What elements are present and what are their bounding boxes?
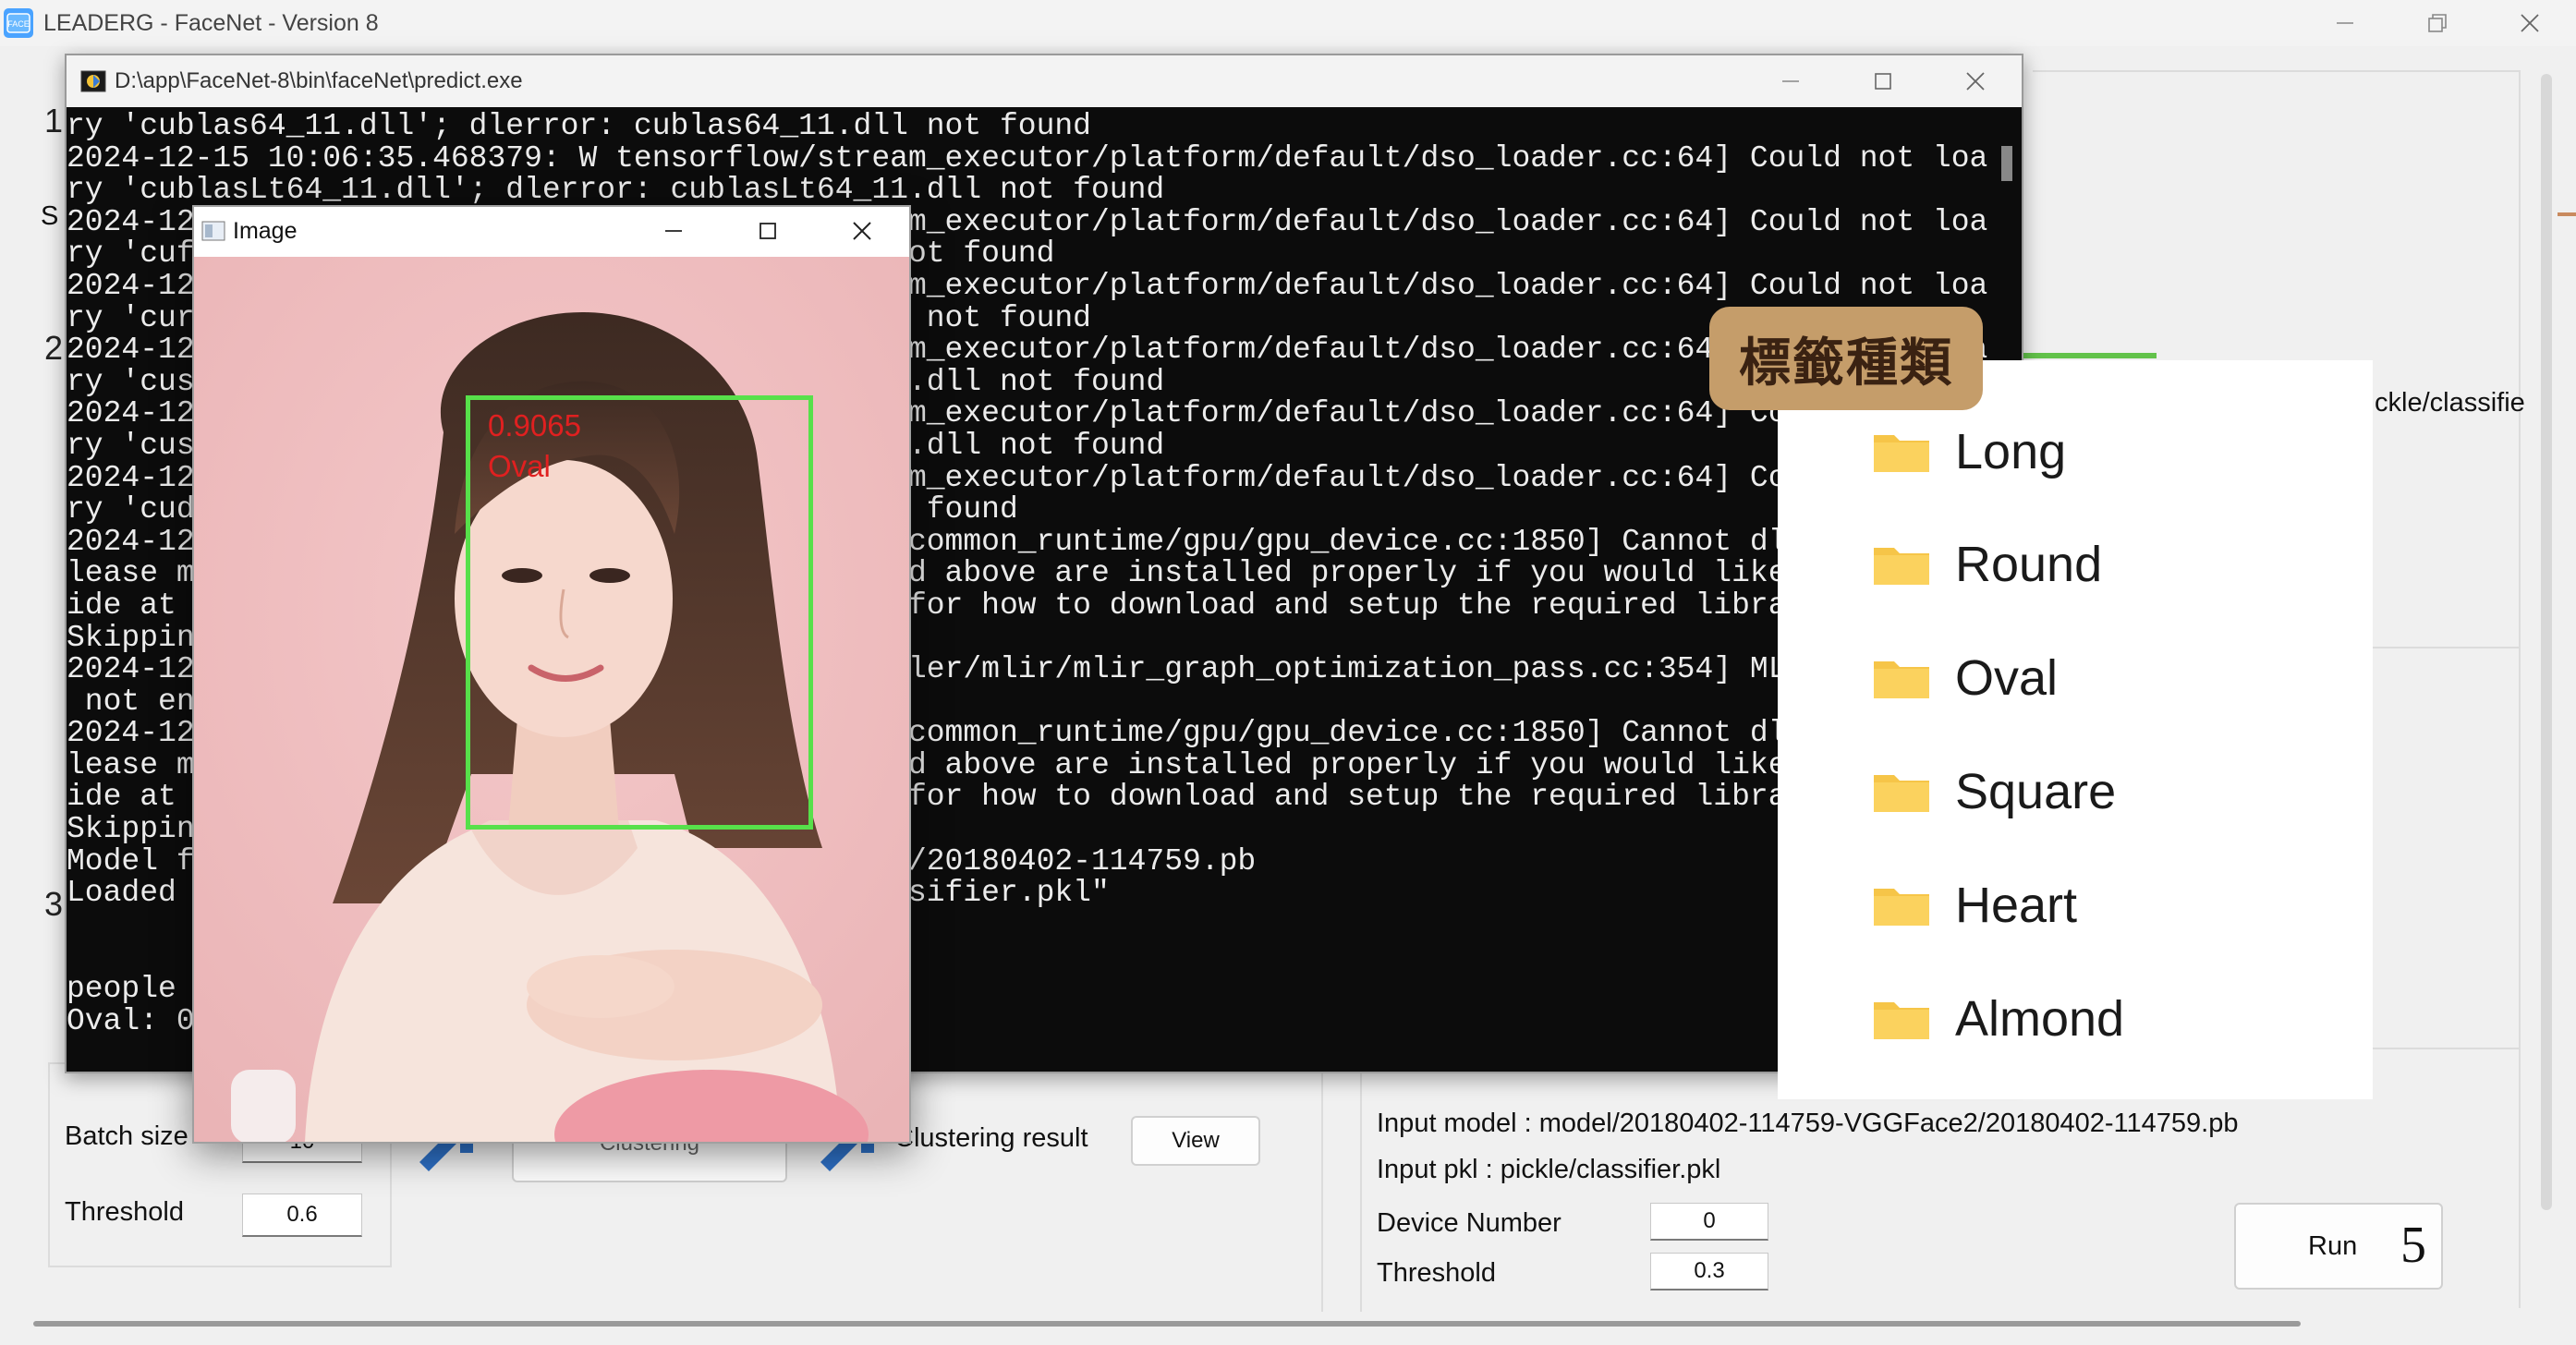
folder-name: Almond bbox=[1955, 991, 2125, 1047]
console-scrollbar-thumb[interactable] bbox=[2001, 146, 2012, 181]
image-maximize-button[interactable] bbox=[721, 207, 815, 255]
minimize-icon bbox=[1782, 80, 1799, 82]
image-minimize-button[interactable] bbox=[626, 207, 721, 255]
folder-name: Long bbox=[1955, 424, 2067, 479]
folder-name: Heart bbox=[1955, 878, 2078, 933]
face-detection-score: 0.9065 bbox=[488, 408, 581, 442]
console-maximize-button[interactable] bbox=[1837, 55, 1929, 107]
folder-icon bbox=[1874, 1002, 1929, 1039]
folder-item-square[interactable]: Square bbox=[1872, 759, 2116, 824]
folder-icon bbox=[1874, 889, 1929, 926]
folder-item-round[interactable]: Round bbox=[1872, 532, 2102, 597]
minimize-icon bbox=[2337, 22, 2353, 24]
threshold-input[interactable]: 0.6 bbox=[242, 1194, 362, 1237]
device-number-input[interactable]: 0 bbox=[1650, 1203, 1768, 1241]
threshold-label-right: Threshold bbox=[1377, 1258, 1496, 1288]
panel-divider bbox=[2373, 1048, 2521, 1049]
close-icon bbox=[1966, 72, 1985, 91]
close-icon bbox=[853, 222, 871, 240]
app-scrollbar[interactable] bbox=[2541, 74, 2552, 1210]
close-button[interactable] bbox=[2484, 0, 2576, 46]
app-titlebar: FACE LEADERG - FaceNet - Version 8 bbox=[0, 0, 2576, 46]
folder-item-heart[interactable]: Heart bbox=[1872, 873, 2077, 938]
panel-divider bbox=[1321, 1072, 1323, 1312]
console-close-button[interactable] bbox=[1929, 55, 2022, 107]
clustering-result-label: Clustering result bbox=[894, 1123, 1088, 1153]
folder-icon bbox=[1874, 661, 1929, 698]
step-number-3: 3 bbox=[44, 885, 64, 923]
minimize-button[interactable] bbox=[2299, 0, 2391, 46]
panel-divider bbox=[2373, 647, 2521, 648]
batch-size-label: Batch size bbox=[65, 1121, 188, 1151]
maximize-icon bbox=[1875, 73, 1891, 90]
folder-item-long[interactable]: Long bbox=[1872, 419, 2066, 484]
label-folder-panel: Long Round Oval Square Heart Almond bbox=[1778, 360, 2373, 1099]
panel-divider bbox=[1360, 1048, 1362, 1312]
console-title: D:\app\FaceNet-8\bin\faceNet\predict.exe bbox=[115, 68, 523, 93]
folder-item-almond[interactable]: Almond bbox=[1872, 987, 2124, 1051]
image-close-button[interactable] bbox=[815, 207, 909, 255]
console-titlebar: D:\app\FaceNet-8\bin\faceNet\predict.exe bbox=[67, 55, 2022, 107]
step-number-2: 2 bbox=[44, 329, 64, 367]
image-window-title: Image bbox=[233, 217, 298, 244]
panel-divider bbox=[2033, 70, 2521, 72]
console-minimize-button[interactable] bbox=[1744, 55, 1837, 107]
face-detection-label: Oval bbox=[488, 449, 551, 483]
progress-strip bbox=[2018, 353, 2157, 358]
threshold-input-right[interactable]: 0.3 bbox=[1650, 1253, 1768, 1290]
app-title: LEADERG - FaceNet - Version 8 bbox=[43, 9, 379, 36]
label-category-badge: 標籤種類 bbox=[1709, 307, 1983, 410]
console-window-controls bbox=[1744, 55, 2022, 107]
input-model-label: Input model : model/20180402-114759-VGGF… bbox=[1377, 1109, 2239, 1138]
horizontal-scrollbar[interactable] bbox=[33, 1321, 2301, 1327]
svg-text:FACE: FACE bbox=[7, 19, 30, 29]
portrait-photo: 0.9065 Oval bbox=[194, 257, 909, 1142]
image-window-titlebar: Image bbox=[194, 207, 909, 255]
app-logo: FACE bbox=[4, 8, 33, 38]
restore-icon bbox=[2428, 14, 2447, 32]
input-pkl-label: Input pkl : pickle/classifier.pkl bbox=[1377, 1155, 1721, 1184]
console-line: ry 'cublas64_11.dll'; dlerror: cublas64_… bbox=[67, 111, 1091, 143]
close-icon bbox=[2521, 14, 2539, 32]
folder-icon bbox=[1874, 435, 1929, 472]
view-button[interactable]: View bbox=[1131, 1116, 1260, 1166]
facenet-logo-icon: FACE bbox=[6, 13, 30, 33]
folder-icon bbox=[1874, 548, 1929, 585]
image-window-icon bbox=[201, 221, 225, 241]
console-line: ry 'cublasLt64_11.dll'; dlerror: cublasL… bbox=[67, 173, 1165, 208]
pkl-path-fragment: ckle/classifie bbox=[2375, 388, 2525, 418]
app-window-controls bbox=[2299, 0, 2576, 46]
folder-name: Round bbox=[1955, 537, 2103, 592]
folder-name: Oval bbox=[1955, 650, 2059, 706]
panel-divider bbox=[2519, 70, 2521, 1308]
restore-button[interactable] bbox=[2391, 0, 2484, 46]
folder-item-oval[interactable]: Oval bbox=[1872, 646, 2058, 710]
image-window: Image 0.9065 Oval bbox=[192, 205, 911, 1144]
folder-name: Square bbox=[1955, 764, 2117, 819]
console-line: 2024-12-15 10:06:35.468379: W tensorflow… bbox=[67, 140, 1988, 176]
console-app-icon bbox=[80, 70, 106, 92]
decoration-line bbox=[2558, 212, 2576, 216]
image-window-controls bbox=[626, 207, 909, 255]
device-number-label: Device Number bbox=[1377, 1208, 1561, 1238]
maximize-icon bbox=[759, 223, 776, 239]
folder-icon bbox=[1874, 775, 1929, 812]
step-1-label-fragment: S bbox=[41, 201, 59, 231]
threshold-label: Threshold bbox=[65, 1197, 184, 1227]
step-number-1: 1 bbox=[44, 102, 64, 139]
run-step-number: 5 bbox=[2400, 1217, 2426, 1274]
minimize-icon bbox=[665, 230, 682, 232]
